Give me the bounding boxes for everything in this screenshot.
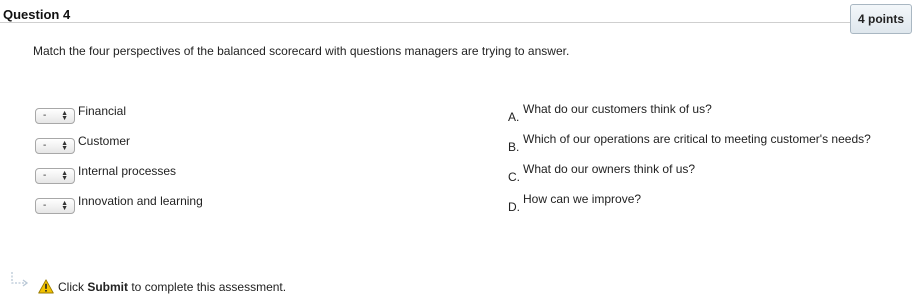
updown-arrows-icon: ▲ ▼ [61, 110, 68, 122]
instruction-suffix: to complete this assessment. [128, 280, 287, 294]
match-label-innovation-learning: Innovation and learning [78, 194, 203, 208]
question-title: Question 4 [3, 7, 71, 22]
question-header: Question 4 4 points [0, 0, 913, 34]
warning-icon [38, 279, 54, 294]
match-label-customer: Customer [78, 134, 131, 148]
answer-text: Which of our operations are critical to … [523, 132, 871, 146]
points-badge: 4 points [850, 4, 912, 34]
select-value: - [43, 200, 47, 211]
question-prompt: Match the four perspectives of the balan… [33, 44, 570, 58]
answer-letter: D. [508, 200, 520, 214]
answer-letter: A. [508, 110, 520, 124]
answer-letter: B. [508, 140, 520, 154]
match-select-customer[interactable]: - ▲ ▼ [35, 138, 75, 154]
header-divider [0, 22, 850, 23]
answer-text: How can we improve? [523, 192, 642, 206]
match-label-financial: Financial [78, 104, 127, 118]
select-value: - [43, 170, 47, 181]
select-value: - [43, 110, 47, 121]
submit-instruction: Click Submit to complete this assessment… [58, 280, 286, 294]
match-select-innovation-learning[interactable]: - ▲ ▼ [35, 198, 75, 214]
match-select-financial[interactable]: - ▲ ▼ [35, 108, 75, 124]
select-value: - [43, 140, 47, 151]
answer-text: What do our customers think of us? [523, 102, 712, 116]
updown-arrows-icon: ▲ ▼ [61, 170, 68, 182]
updown-arrows-icon: ▲ ▼ [61, 200, 68, 212]
match-label-internal-processes: Internal processes [78, 164, 177, 178]
instruction-prefix: Click [58, 280, 88, 294]
match-select-internal-processes[interactable]: - ▲ ▼ [35, 168, 75, 184]
submit-word: Submit [87, 280, 129, 294]
updown-arrows-icon: ▲ ▼ [61, 140, 68, 152]
arrow-right-icon [11, 272, 29, 287]
answer-text: What do our owners think of us? [523, 162, 696, 176]
answer-letter: C. [508, 170, 520, 184]
